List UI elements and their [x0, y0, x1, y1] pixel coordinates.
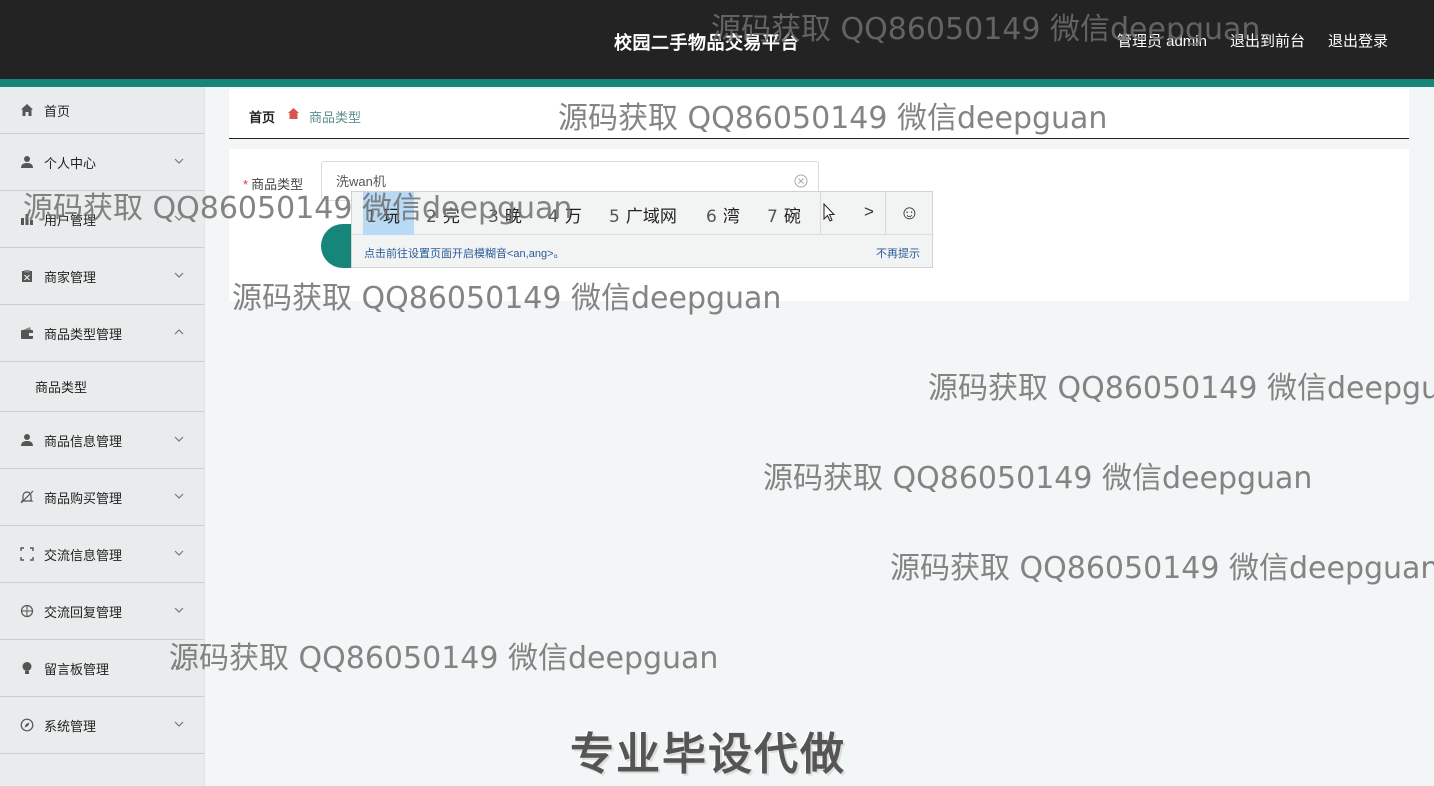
- watermark-text: 源码获取 QQ86050149 微信deepguan: [232, 281, 782, 316]
- sidebar-item-label: 商品类型管理: [44, 326, 123, 342]
- chevron-up-icon: [174, 329, 184, 335]
- watermark-text: 源码获取 QQ86050149 微信deepguan: [890, 551, 1434, 586]
- sidebar-item-product-type-management[interactable]: 商品类型管理: [0, 305, 204, 362]
- sidebar-subitem-product-type[interactable]: 商品类型: [0, 362, 204, 412]
- header-accent-bar: [0, 79, 1434, 87]
- watermark-banner: 专业毕设代做: [570, 729, 846, 780]
- user-icon: [20, 155, 34, 169]
- wallet-icon: [20, 326, 34, 340]
- clear-icon[interactable]: [794, 174, 808, 188]
- logout-link[interactable]: 退出登录: [1328, 30, 1388, 51]
- sidebar-item-label: 商品购买管理: [44, 490, 123, 506]
- chevron-down-icon: [174, 272, 184, 278]
- sidebar-item-label: 系统管理: [44, 718, 97, 734]
- emoji-icon[interactable]: ☺: [885, 192, 933, 235]
- chevron-down-icon: [174, 607, 184, 613]
- sidebar-item-label: 交流回复管理: [44, 604, 123, 620]
- ime-divider: [820, 192, 821, 235]
- sidebar-item-exchange-reply-management[interactable]: 交流回复管理: [0, 583, 204, 640]
- chevron-down-icon: [174, 158, 184, 164]
- sidebar-item-product-purchase-management[interactable]: 商品购买管理: [0, 469, 204, 526]
- home-separator-icon: [288, 108, 299, 119]
- watermark-text: 源码获取 QQ86050149 微信deepguan: [169, 641, 719, 676]
- bulb-icon: [20, 661, 34, 675]
- watermark-text: 源码获取 QQ86050149 微信deepguan: [558, 101, 1108, 136]
- ime-candidate[interactable]: 5 广域网: [609, 202, 677, 227]
- frame-icon: [20, 547, 34, 561]
- sidebar-item-system-management[interactable]: 系统管理: [0, 697, 204, 754]
- sidebar-item-label: 留言板管理: [44, 661, 110, 677]
- watermark-text: 源码获取 QQ86050149 微信deepguan: [763, 461, 1313, 496]
- sidebar-item-label: 商品信息管理: [44, 433, 123, 449]
- sidebar-item-exchange-info-management[interactable]: 交流信息管理: [0, 526, 204, 583]
- bell-off-icon: [20, 490, 34, 504]
- user-icon: [20, 433, 34, 447]
- breadcrumb-home[interactable]: 首页: [249, 107, 275, 126]
- watermark-text: 源码获取 QQ86050149 微信deepguan: [23, 191, 573, 226]
- sidebar-item-label: 个人中心: [44, 155, 97, 171]
- sidebar-item-merchant-management[interactable]: 商家管理: [0, 248, 204, 305]
- breadcrumb-current: 商品类型: [309, 110, 362, 125]
- clipboard-icon: [20, 269, 34, 283]
- target-icon: [20, 604, 34, 618]
- ime-hint-link[interactable]: 点击前往设置页面开启模糊音<an,ang>。: [364, 245, 565, 261]
- chevron-down-icon: [174, 721, 184, 727]
- watermark-text: 源码获取 QQ86050149 微信deepguan: [711, 12, 1261, 47]
- compass-icon: [20, 718, 34, 732]
- sidebar-item-label: 首页: [44, 103, 71, 119]
- ime-candidate[interactable]: 6湾: [706, 202, 740, 227]
- watermark-text: 源码获取 QQ86050149 微信deepguan: [928, 371, 1434, 406]
- ime-candidate[interactable]: 7碗: [767, 202, 801, 227]
- chevron-down-icon: [174, 493, 184, 499]
- mouse-cursor-icon: [823, 203, 836, 222]
- sidebar-item-product-info-management[interactable]: 商品信息管理: [0, 412, 204, 469]
- sidebar-item-label: 商家管理: [44, 269, 97, 285]
- sidebar-item-home[interactable]: 首页: [0, 87, 204, 134]
- chevron-down-icon: [174, 550, 184, 556]
- chevron-down-icon: [174, 436, 184, 442]
- ime-next-page-button[interactable]: >: [864, 202, 874, 222]
- home-icon: [20, 103, 34, 117]
- sidebar-item-label: 交流信息管理: [44, 547, 123, 563]
- ime-dismiss-link[interactable]: 不再提示: [876, 245, 920, 261]
